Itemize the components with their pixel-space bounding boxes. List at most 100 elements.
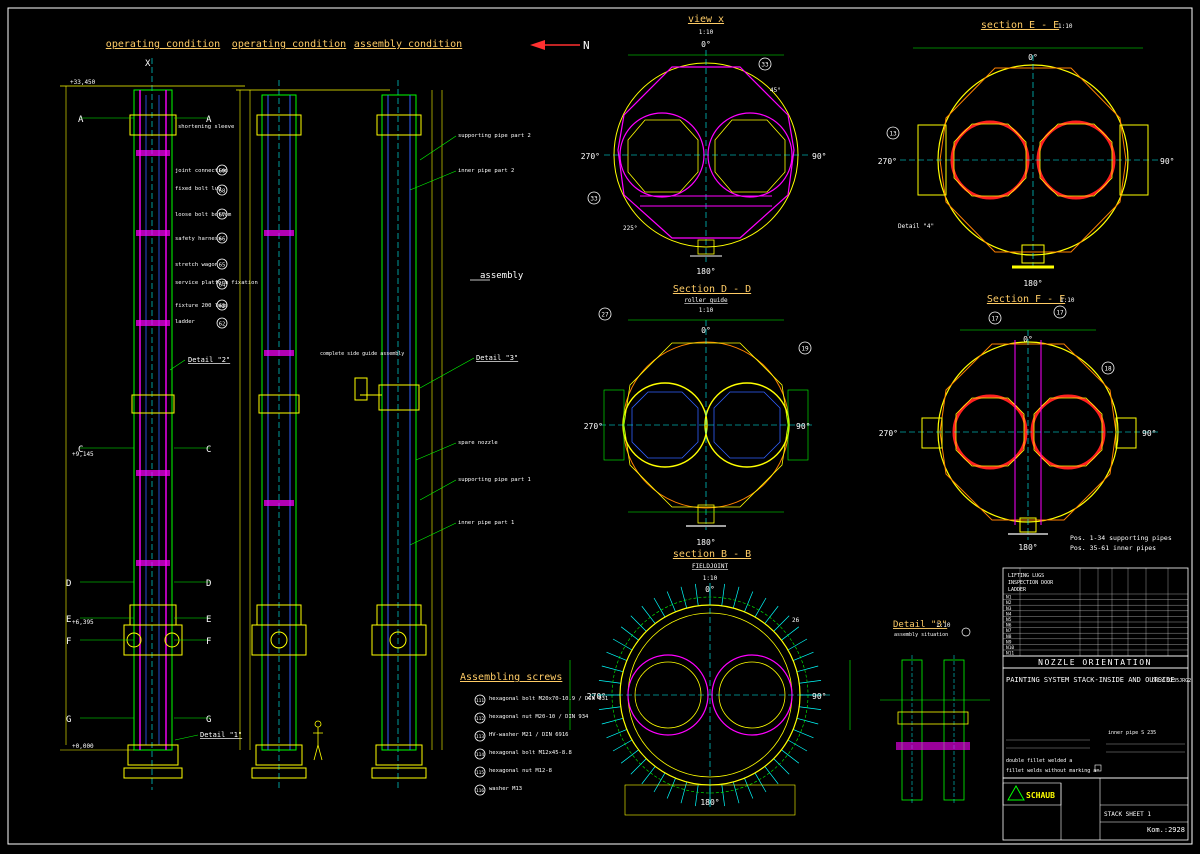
bolt-tick	[612, 739, 633, 752]
bolt-tick	[653, 772, 666, 793]
painting-block: PAINTING SYSTEM STACK-INSIDE AND OUTSIDE…	[1002, 667, 1191, 779]
bolt-tick	[601, 665, 624, 673]
north-label: N	[583, 39, 590, 52]
detail-3-view: Detail "3" 1:10 assembly situation	[880, 620, 990, 805]
bolt-tick	[773, 758, 790, 775]
drawing-canvas: operating condition operating condition …	[7, 7, 1193, 845]
bolt-tick	[598, 706, 621, 710]
svg-text:270°: 270°	[879, 429, 898, 438]
svg-text:X: X	[145, 59, 151, 69]
svg-text:INSPECTION DOOR: INSPECTION DOOR	[1008, 580, 1054, 586]
svg-text:A: A	[78, 115, 84, 125]
svg-text:G: G	[66, 715, 71, 725]
svg-text:service platform fixation: service platform fixation	[175, 280, 258, 286]
svg-text:17: 17	[1056, 310, 1064, 317]
svg-text:69: 69	[219, 169, 226, 175]
bolt-tick	[799, 680, 822, 684]
svg-text:17: 17	[991, 316, 999, 323]
svg-text:63: 63	[219, 304, 226, 310]
bolt-tick	[695, 583, 699, 606]
label-side-guide: complete side guide assembly	[320, 351, 404, 357]
nozzle-table: N1N2N3N4N5N6N7N8N9N10N11 LIFTING LUGS IN…	[1002, 567, 1189, 669]
svg-text:hexagonal bolt M12x45-8.8: hexagonal bolt M12x45-8.8	[489, 750, 572, 756]
screw-item-116: 116 washer M13	[474, 784, 522, 796]
svg-text:90°: 90°	[1160, 157, 1174, 166]
stack-elevation-3: supporting pipe part 2 inner pipe part 2…	[320, 80, 531, 790]
svg-text:inner pipe S 235: inner pipe S 235	[1108, 730, 1156, 736]
stack-elevation-2	[236, 80, 390, 790]
bolt-tick	[793, 651, 814, 661]
detail-3-label: Detail "3"	[476, 354, 518, 362]
svg-text:LIFTING LUGS: LIFTING LUGS	[1008, 573, 1044, 579]
svg-text:180°: 180°	[700, 798, 719, 807]
svg-text:1:10: 1:10	[1060, 297, 1075, 304]
section-ee-title: section E - E	[981, 20, 1059, 31]
svg-text:90°: 90°	[1142, 429, 1156, 438]
north-arrow-icon	[530, 40, 580, 50]
svg-text:225°: 225°	[623, 225, 637, 232]
svg-text:D: D	[66, 579, 71, 589]
bolt-tick	[781, 626, 800, 641]
section-dd-title: Section D - D	[673, 284, 751, 295]
bolt-tick	[641, 766, 656, 785]
section-d-d: Section D - D roller guide 1:10 0° 270° …	[584, 284, 812, 547]
section-e-e: section E - E 1:10 0° 270° 90° 180° 13 D…	[878, 20, 1175, 288]
bolt-tick	[653, 597, 666, 618]
label-inner-pipe-1: inner pipe part 1	[458, 520, 514, 526]
section-b-b: section B - B FIELDJOINT 1:10 0° 270° 90…	[569, 549, 851, 816]
svg-text:90°: 90°	[812, 692, 826, 701]
title-block: SCHAUB STACK SHEET 1 Kom.:2928	[1002, 777, 1189, 841]
col2-title: operating condition	[232, 39, 346, 50]
bolt-tick	[744, 591, 754, 612]
svg-text:90°: 90°	[812, 152, 826, 161]
svg-text:stretch wagon: stretch wagon	[175, 262, 218, 268]
svg-text:67: 67	[219, 213, 226, 219]
svg-text:roller guide: roller guide	[684, 297, 728, 304]
bolt-tick	[754, 772, 767, 793]
assembly-marker: assembly	[480, 271, 524, 281]
svg-text:F: F	[66, 637, 71, 647]
col3-title: assembly condition	[354, 39, 462, 50]
screw-item-114: 114 hexagonal bolt M12x45-8.8	[474, 748, 572, 760]
bolt-tick	[666, 778, 676, 799]
svg-text:180°: 180°	[1023, 279, 1042, 288]
painting-heading: PAINTING SYSTEM STACK-INSIDE AND OUTSIDE	[1006, 676, 1175, 684]
svg-text:LADDER: LADDER	[1008, 587, 1027, 593]
screw-item-111: 111 hexagonal bolt M20x70-10.9 / DIN 931	[474, 694, 608, 706]
bolt-tick	[787, 739, 808, 752]
callout-62: ladder 62	[175, 317, 228, 329]
svg-text:45°: 45°	[770, 87, 781, 94]
svg-text:0°: 0°	[701, 40, 711, 49]
pos-note-1: Pos. 1-34 supporting pipes	[1070, 534, 1172, 542]
pos-note-2: Pos. 35-61 inner pipes	[1070, 544, 1156, 552]
svg-text:33: 33	[761, 62, 769, 69]
svg-text:1:10: 1:10	[703, 575, 718, 582]
svg-text:114: 114	[476, 752, 484, 758]
svg-text:111: 111	[476, 698, 484, 704]
bolt-tick	[606, 651, 627, 661]
svg-text:D: D	[206, 579, 211, 589]
drawing-name: STACK SHEET 1	[1104, 811, 1151, 818]
bolt-tick	[732, 586, 740, 609]
section-ff-title: Section F - F	[987, 294, 1065, 305]
callout-65: stretch wagon 65	[175, 258, 228, 270]
kom-number: Kom.:2928	[1147, 826, 1185, 834]
bolt-tick	[796, 717, 819, 725]
label-inner-pipe-2: inner pipe part 2	[458, 168, 514, 174]
svg-text:113: 113	[476, 734, 484, 740]
svg-text:112: 112	[476, 716, 484, 722]
detail-4-label: Detail "4"	[898, 223, 934, 230]
svg-text:18: 18	[1104, 366, 1112, 373]
cad-drawing-sheet: operating condition operating condition …	[0, 0, 1200, 850]
elevation-low: +6,395	[72, 619, 94, 626]
svg-text:ONLY S235JRG2: ONLY S235JRG2	[1152, 678, 1191, 684]
bolt-tick	[796, 665, 819, 673]
bolt-tick	[630, 758, 647, 775]
section-f-f: Section F - F 1:10 0° 270° 90° 180° 17 1…	[879, 294, 1172, 552]
callout-68: fixed bolt lug 68	[175, 184, 228, 196]
label-supporting-pipe-1: supporting pipe part 1	[458, 477, 531, 483]
svg-text:1:10: 1:10	[1058, 23, 1073, 30]
svg-text:270°: 270°	[581, 152, 600, 161]
screw-item-112: 112 hexagonal nut M20-10 / DIN 934	[474, 712, 589, 724]
svg-text:safety harness: safety harness	[175, 236, 221, 242]
